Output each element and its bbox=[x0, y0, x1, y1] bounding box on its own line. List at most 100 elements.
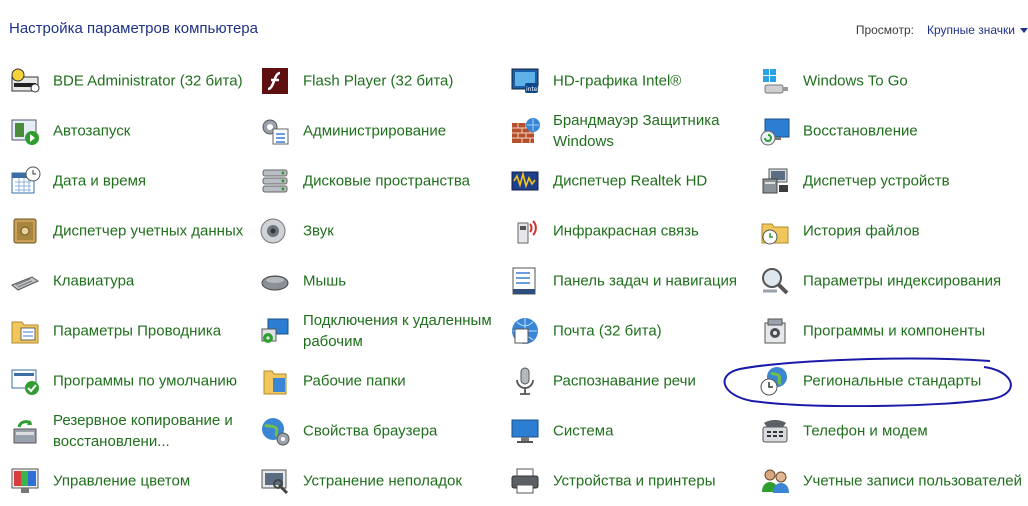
internet-options-icon bbox=[259, 415, 291, 447]
indexing-icon bbox=[759, 265, 791, 297]
view-mode-value: Крупные значки bbox=[926, 23, 1015, 37]
color-management-icon bbox=[9, 465, 41, 497]
firewall-icon bbox=[509, 115, 541, 147]
item-label: Панель задач и навигация bbox=[553, 272, 738, 290]
item-administrative-tools[interactable]: Администрирование bbox=[250, 106, 500, 156]
work-folders-icon bbox=[259, 365, 291, 397]
item-label: Резервное копирование и восстановлени... bbox=[53, 412, 233, 450]
item-label: Брандмауэр Защитника Windows bbox=[553, 112, 720, 150]
device-manager-icon bbox=[759, 165, 791, 197]
admin-tools-icon bbox=[259, 115, 291, 147]
item-label: Свойства браузера bbox=[303, 422, 438, 440]
region-globe-icon bbox=[759, 365, 791, 397]
item-speech-recognition[interactable]: Распознавание речи bbox=[500, 356, 750, 406]
item-system[interactable]: Система bbox=[500, 406, 750, 456]
view-label: Просмотр: bbox=[855, 23, 914, 37]
item-mouse[interactable]: Мышь bbox=[250, 256, 500, 306]
item-internet-options[interactable]: Свойства браузера bbox=[250, 406, 500, 456]
item-date-time[interactable]: Дата и время bbox=[0, 156, 250, 206]
item-backup-restore[interactable]: Резервное копирование и восстановлени... bbox=[0, 406, 250, 456]
item-label: Программы и компоненты bbox=[803, 322, 986, 340]
item-flash-player[interactable]: Flash Player (32 бита) bbox=[250, 56, 500, 106]
item-file-history[interactable]: История файлов bbox=[750, 206, 1028, 256]
item-credential-manager[interactable]: Диспетчер учетных данных bbox=[0, 206, 250, 256]
backup-icon bbox=[9, 415, 41, 447]
item-label: Windows To Go bbox=[803, 72, 908, 90]
remote-desktop-icon bbox=[259, 315, 291, 347]
item-realtek-hd[interactable]: Диспетчер Realtek HD bbox=[500, 156, 750, 206]
storage-spaces-icon bbox=[259, 165, 291, 197]
item-label: Параметры индексирования bbox=[803, 272, 1002, 290]
item-label: Flash Player (32 бита) bbox=[303, 72, 454, 90]
item-label: Устранение неполадок bbox=[303, 472, 462, 490]
item-phone-modem[interactable]: Телефон и модем bbox=[750, 406, 1028, 456]
item-label: Инфракрасная связь bbox=[553, 222, 699, 240]
item-storage-spaces[interactable]: Дисковые пространства bbox=[250, 156, 500, 206]
item-label: Восстановление bbox=[803, 122, 918, 140]
item-label: Распознавание речи bbox=[553, 372, 696, 390]
item-label: Параметры Проводника bbox=[53, 322, 222, 340]
item-label: Звук bbox=[303, 222, 334, 240]
item-sound[interactable]: Звук bbox=[250, 206, 500, 256]
flash-player-icon bbox=[259, 65, 291, 97]
item-label: Диспетчер учетных данных bbox=[53, 222, 244, 240]
recovery-icon bbox=[759, 115, 791, 147]
view-bar: Просмотр: Крупные значки bbox=[856, 23, 1028, 37]
view-mode-dropdown[interactable]: Крупные значки bbox=[927, 23, 1028, 37]
calendar-clock-icon bbox=[9, 165, 41, 197]
item-label: HD-графика Intel® bbox=[553, 72, 682, 90]
item-firewall[interactable]: Брандмауэр Защитника Windows bbox=[500, 106, 750, 156]
programs-icon bbox=[759, 315, 791, 347]
item-default-programs[interactable]: Программы по умолчанию bbox=[0, 356, 250, 406]
infrared-icon bbox=[509, 215, 541, 247]
item-label: Мышь bbox=[303, 272, 347, 290]
bde-admin-icon bbox=[9, 65, 41, 97]
item-intel-graphics[interactable]: intel HD-графика Intel® bbox=[500, 56, 750, 106]
system-icon bbox=[509, 415, 541, 447]
item-windows-to-go[interactable]: Windows To Go bbox=[750, 56, 1028, 106]
credential-safe-icon bbox=[9, 215, 41, 247]
file-history-icon bbox=[759, 215, 791, 247]
taskbar-icon bbox=[509, 265, 541, 297]
control-panel-grid: BDE Administrator (32 бита) Flash Player… bbox=[0, 56, 1028, 506]
item-explorer-options[interactable]: Параметры Проводника bbox=[0, 306, 250, 356]
explorer-options-icon bbox=[9, 315, 41, 347]
item-device-manager[interactable]: Диспетчер устройств bbox=[750, 156, 1028, 206]
item-remote-desktop[interactable]: Подключения к удаленным рабочим bbox=[250, 306, 500, 356]
speaker-icon bbox=[259, 215, 291, 247]
item-label: BDE Administrator (32 бита) bbox=[53, 72, 243, 90]
item-label: Система bbox=[553, 422, 614, 440]
item-work-folders[interactable]: Рабочие папки bbox=[250, 356, 500, 406]
item-label: Рабочие папки bbox=[303, 372, 406, 390]
item-label: Диспетчер устройств bbox=[803, 172, 950, 190]
item-regional-settings[interactable]: Региональные стандарты bbox=[750, 356, 1028, 406]
item-taskbar-navigation[interactable]: Панель задач и навигация bbox=[500, 256, 750, 306]
troubleshooting-icon bbox=[259, 465, 291, 497]
header: Настройка параметров компьютера Просмотр… bbox=[0, 0, 1028, 56]
keyboard-icon bbox=[9, 265, 41, 297]
item-label: Региональные стандарты bbox=[803, 372, 982, 390]
item-infrared[interactable]: Инфракрасная связь bbox=[500, 206, 750, 256]
dropdown-arrow-icon bbox=[1020, 27, 1028, 33]
item-keyboard[interactable]: Клавиатура bbox=[0, 256, 250, 306]
item-label: Автозапуск bbox=[53, 122, 131, 140]
microphone-icon bbox=[509, 365, 541, 397]
item-recovery[interactable]: Восстановление bbox=[750, 106, 1028, 156]
user-accounts-icon bbox=[759, 465, 791, 497]
item-label: Диспетчер Realtek HD bbox=[553, 172, 708, 190]
item-autoplay[interactable]: Автозапуск bbox=[0, 106, 250, 156]
item-indexing-options[interactable]: Параметры индексирования bbox=[750, 256, 1028, 306]
item-label: Дата и время bbox=[53, 172, 147, 190]
item-programs-features[interactable]: Программы и компоненты bbox=[750, 306, 1028, 356]
item-label: Почта (32 бита) bbox=[553, 322, 662, 340]
realtek-audio-icon bbox=[509, 165, 541, 197]
item-label: Администрирование bbox=[303, 122, 447, 140]
item-label: История файлов bbox=[803, 222, 920, 240]
item-label: Управление цветом bbox=[53, 472, 191, 490]
intel-graphics-icon: intel bbox=[509, 65, 541, 97]
item-bde-administrator[interactable]: BDE Administrator (32 бита) bbox=[0, 56, 250, 106]
item-label: Устройства и принтеры bbox=[553, 472, 716, 490]
item-mail[interactable]: Почта (32 бита) bbox=[500, 306, 750, 356]
item-label: Подключения к удаленным рабочим bbox=[303, 312, 492, 350]
autoplay-icon bbox=[9, 115, 41, 147]
